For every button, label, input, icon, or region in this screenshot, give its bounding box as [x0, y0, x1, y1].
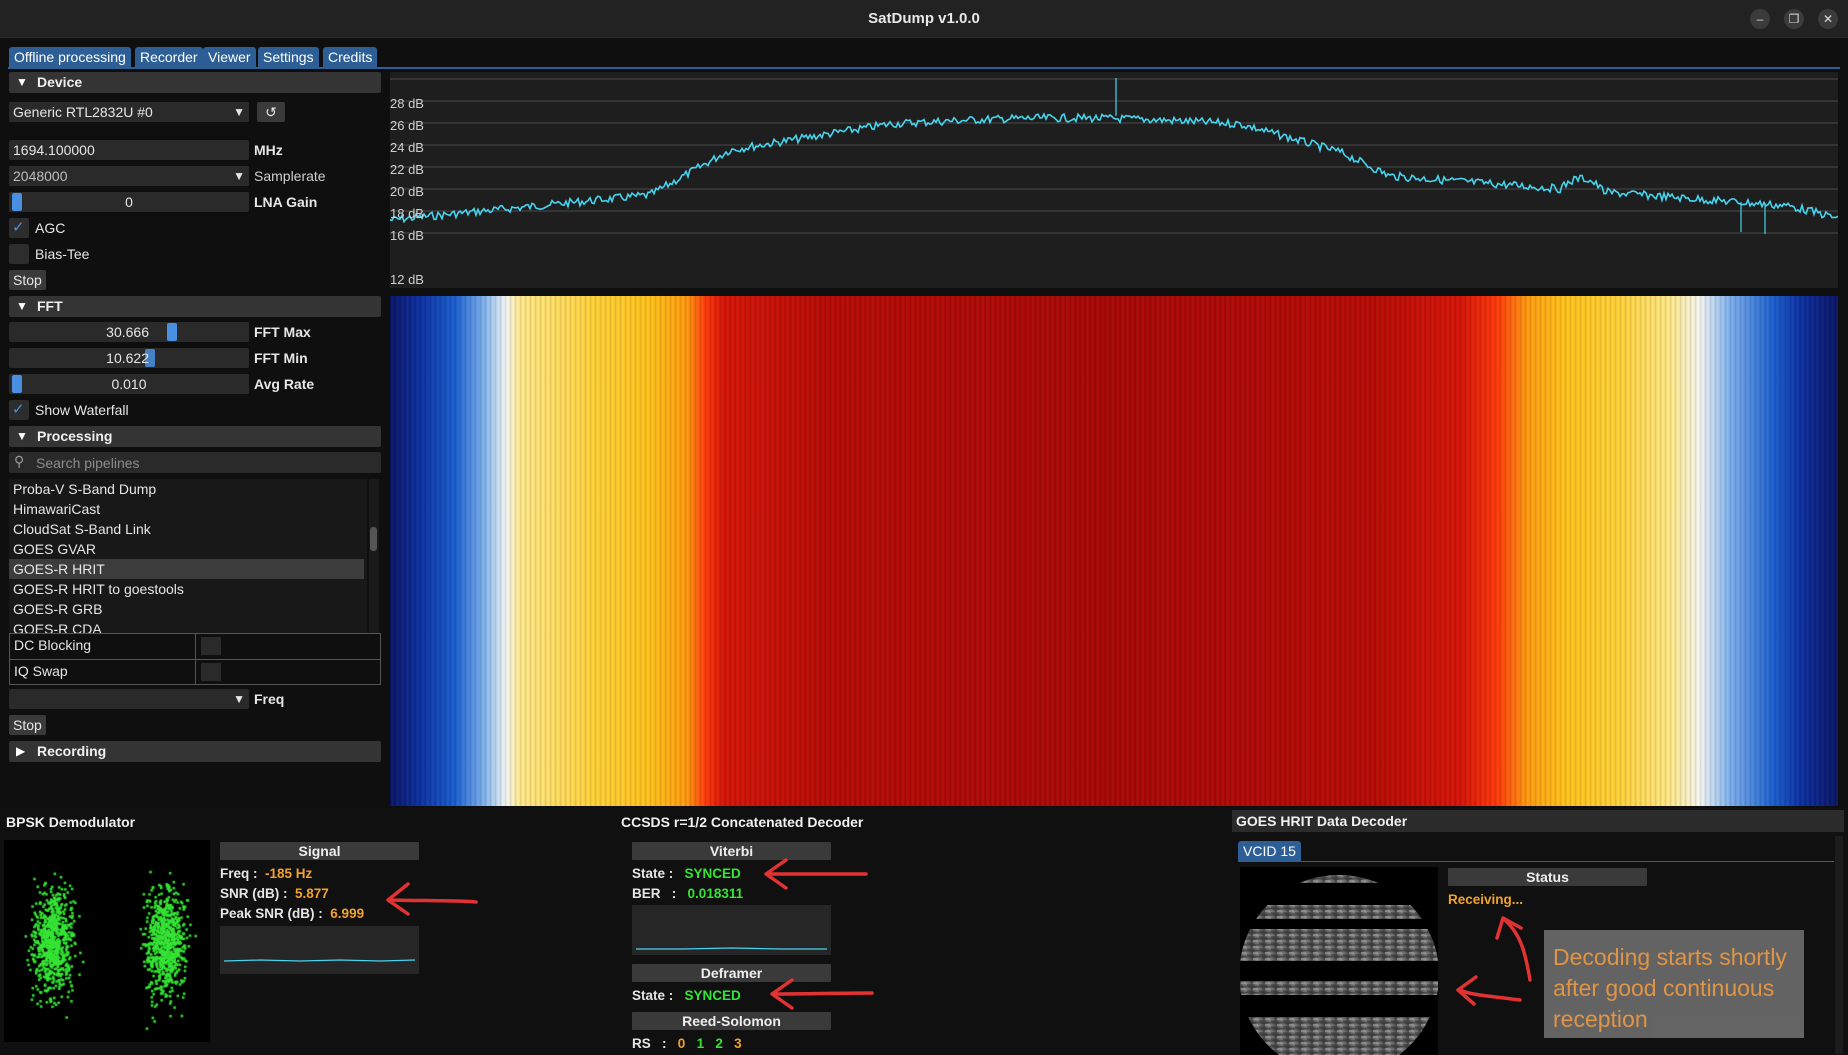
arrow-image-head: [1456, 975, 1478, 1006]
arrow-deframer: [772, 991, 874, 996]
arrow-snr: [388, 898, 478, 904]
arrow-status: [1503, 918, 1532, 982]
annotation-arrows: [386, 858, 1532, 1010]
